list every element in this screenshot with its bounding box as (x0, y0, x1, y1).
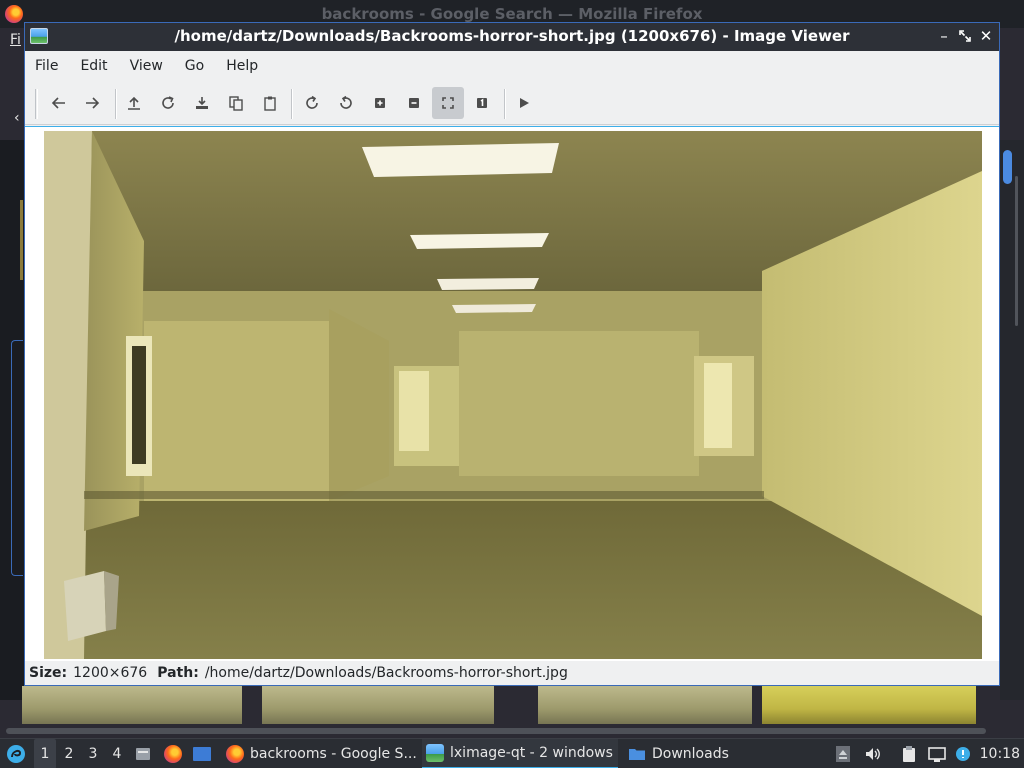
back-icon (51, 97, 65, 109)
paste-icon (264, 96, 276, 111)
image-result-thumbnail[interactable] (538, 686, 752, 724)
menu-edit[interactable]: Edit (80, 58, 107, 74)
rotate-clockwise-icon (306, 95, 318, 109)
workspace-3[interactable]: 3 (82, 739, 104, 768)
firefox-icon (5, 5, 23, 23)
path-value: /home/dartz/Downloads/Backrooms-horror-s… (204, 665, 568, 681)
eject-icon[interactable] (834, 745, 852, 763)
workspace-1[interactable]: 1 (34, 739, 56, 768)
toolbar-separator (291, 89, 293, 119)
toolbar-separator (115, 89, 117, 119)
paste-button[interactable] (254, 87, 286, 119)
backrooms-scene-image (44, 131, 982, 659)
volume-icon[interactable] (864, 745, 882, 763)
reload-icon (162, 96, 174, 109)
back-button[interactable] (43, 87, 75, 119)
firefox-scrollbar-track[interactable] (1015, 176, 1018, 326)
minimize-button[interactable]: – (934, 26, 954, 46)
task-lximage[interactable]: lximage-qt - 2 windows (422, 739, 618, 768)
size-label: Size: (29, 665, 68, 681)
folder-icon (629, 749, 645, 760)
forward-button[interactable] (76, 87, 108, 119)
firefox-menu-fragment[interactable]: Fi (10, 32, 21, 48)
firefox-icon (164, 745, 182, 763)
task-firefox-label: backrooms - Google S... (250, 746, 417, 762)
forward-icon (86, 97, 100, 109)
close-button[interactable]: ✕ (976, 26, 996, 46)
upload-button[interactable] (118, 87, 150, 119)
desktop-icon (193, 747, 211, 761)
size-value: 1200×676 (73, 665, 148, 681)
toolbar-grip[interactable] (35, 89, 38, 119)
task-lximage-label: lximage-qt - 2 windows (450, 745, 613, 761)
maximize-button[interactable] (955, 26, 975, 46)
copy-icon (229, 96, 243, 111)
file-manager-launcher[interactable] (134, 739, 154, 768)
image-result-thumbnail[interactable] (22, 686, 242, 724)
zoom-out-icon (409, 98, 419, 108)
firefox-icon (226, 745, 244, 763)
viewer-toolbar (25, 81, 999, 125)
start-menu-button[interactable] (4, 739, 28, 768)
update-notifier-icon[interactable] (954, 745, 972, 763)
menu-help[interactable]: Help (226, 58, 258, 74)
image-canvas[interactable] (25, 126, 999, 661)
rotate-clockwise-button[interactable] (296, 87, 328, 119)
firefox-launcher[interactable] (164, 739, 184, 768)
zoom-out-button[interactable] (398, 87, 430, 119)
network-icon[interactable] (928, 745, 946, 763)
slideshow-button[interactable] (508, 87, 540, 119)
rotate-counterclockwise-icon (340, 95, 352, 109)
taskbar: 1 2 3 4 backrooms - Google S... lximage-… (0, 738, 1024, 768)
window-list-launcher[interactable] (192, 739, 214, 768)
zoom-in-icon (375, 98, 385, 108)
task-firefox[interactable]: backrooms - Google S... (222, 739, 418, 768)
image-viewer-window: /home/dartz/Downloads/Backrooms-horror-s… (24, 22, 1000, 686)
workspace-2[interactable]: 2 (58, 739, 80, 768)
clock[interactable]: 10:18 (980, 739, 1020, 768)
image-viewer-icon (426, 744, 444, 762)
viewer-statusbar: Size: 1200×676 Path: /home/dartz/Downloa… (25, 661, 999, 685)
reload-button[interactable] (152, 87, 184, 119)
firefox-left-thumbnail-edge (20, 200, 23, 280)
original-size-icon (477, 98, 487, 108)
path-label: Path: (157, 665, 199, 681)
save-icon (196, 97, 208, 109)
save-button[interactable] (186, 87, 218, 119)
firefox-scrollbar-thumb[interactable] (1003, 150, 1012, 184)
firefox-horizontal-scrollbar[interactable] (6, 728, 986, 734)
image-result-thumbnail[interactable] (262, 686, 494, 724)
maximize-icon (959, 30, 971, 42)
firefox-image-results (0, 686, 1000, 726)
firefox-right-content (1000, 140, 1024, 700)
menu-go[interactable]: Go (185, 58, 204, 74)
zoom-fit-icon (442, 97, 454, 109)
upload-icon (128, 96, 140, 110)
backrooms-photo (44, 131, 982, 659)
viewer-menubar: File Edit View Go Help (25, 51, 999, 81)
image-result-thumbnail[interactable] (762, 686, 976, 724)
firefox-back-icon[interactable]: ‹ (14, 110, 20, 126)
toolbar-separator (504, 89, 506, 119)
workspace-4[interactable]: 4 (106, 739, 128, 768)
zoom-fit-button[interactable] (432, 87, 464, 119)
task-downloads[interactable]: Downloads (624, 739, 820, 768)
file-manager-icon (136, 748, 150, 760)
menu-view[interactable]: View (130, 58, 163, 74)
zoom-in-button[interactable] (364, 87, 396, 119)
clipboard-icon[interactable] (900, 745, 918, 763)
copy-button[interactable] (220, 87, 252, 119)
original-size-button[interactable] (466, 87, 498, 119)
slideshow-icon (520, 98, 529, 108)
start-menu-icon (7, 745, 25, 763)
task-downloads-label: Downloads (652, 746, 729, 762)
menu-file[interactable]: File (35, 58, 58, 74)
viewer-window-title: /home/dartz/Downloads/Backrooms-horror-s… (174, 27, 850, 45)
rotate-counterclockwise-button[interactable] (330, 87, 362, 119)
viewer-titlebar[interactable]: /home/dartz/Downloads/Backrooms-horror-s… (25, 23, 999, 51)
firefox-left-panel-border (11, 340, 23, 576)
firefox-window-title: backrooms - Google Search — Mozilla Fire… (321, 5, 703, 23)
